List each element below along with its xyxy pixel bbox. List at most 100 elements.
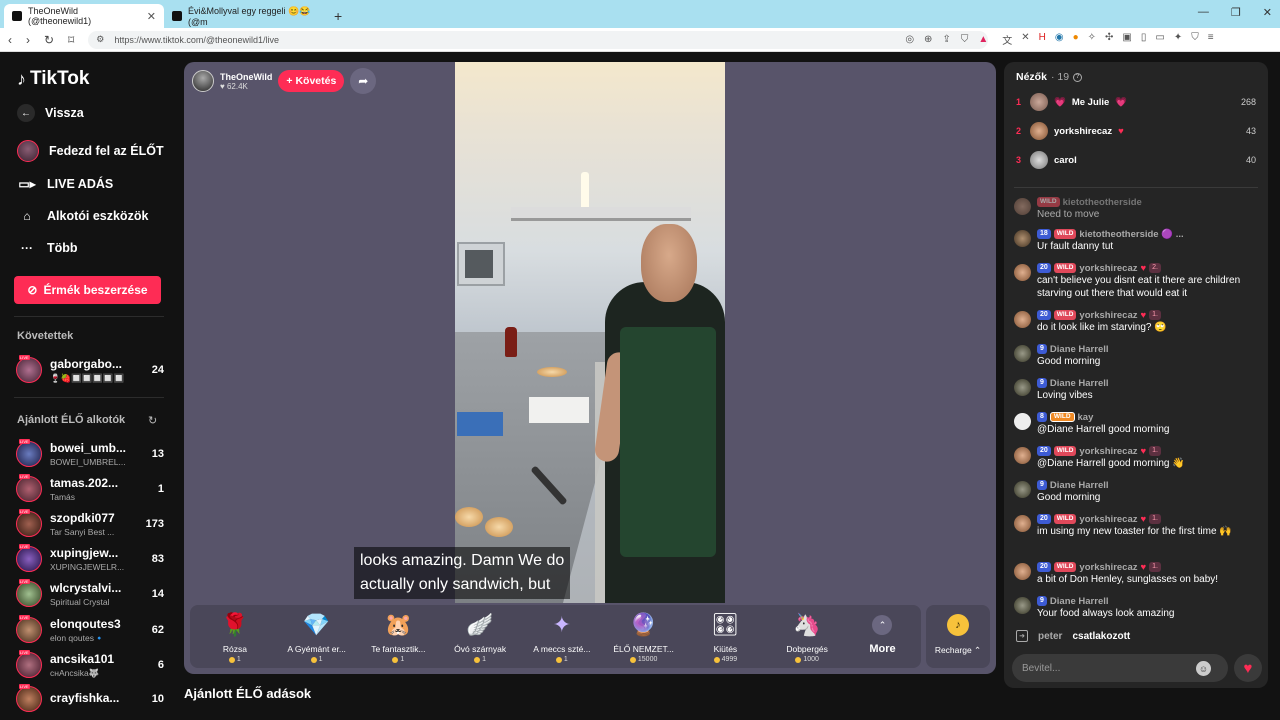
help-icon[interactable]: ? bbox=[1073, 72, 1083, 82]
gift-item[interactable]: ✦ A meccs szté... 1 bbox=[521, 605, 603, 668]
gift-item[interactable]: 💎 A Gyémánt er... 1 bbox=[276, 605, 358, 668]
ai-icon[interactable]: ✦ bbox=[1174, 32, 1182, 47]
live-video[interactable] bbox=[455, 62, 725, 603]
chat-message: 18 WILD kietotheotherside 🟣 ... Ur fault d… bbox=[1014, 228, 1262, 254]
recommended-creator-item[interactable]: LIVE bowei_umb... BOWEI_UMBREL... 13 bbox=[16, 439, 164, 469]
top-viewer-item[interactable]: 3 carol 40 bbox=[1016, 150, 1256, 170]
close-tab-icon[interactable]: ✕ bbox=[147, 10, 156, 23]
following-creator-item[interactable]: LIVE gaborgabo... 🍷🍓🔲🔲🔲🔲🔲 24 bbox=[16, 355, 164, 385]
viewers-header[interactable]: Nézők · 19 ? bbox=[1016, 71, 1083, 83]
url-field[interactable]: ⚙ https://www.tiktok.com/@theonewild1/li… bbox=[88, 30, 989, 49]
nav-creator-tools[interactable]: ⌂ Alkotói eszközök bbox=[17, 206, 148, 226]
avatar[interactable] bbox=[1014, 198, 1031, 215]
recommended-creator-item[interactable]: LIVE crayfishka... 10 bbox=[16, 684, 164, 714]
avatar[interactable] bbox=[1014, 515, 1031, 532]
avatar[interactable] bbox=[1014, 481, 1031, 498]
recommended-creator-item[interactable]: LIVE elonqoutes3 elon qoutes🔹 62 bbox=[16, 615, 164, 645]
recommended-creators-title: Ajánlott ÉLŐ alkotók bbox=[17, 414, 126, 426]
sidebar-toggle-icon[interactable]: ▯ bbox=[1141, 32, 1147, 47]
avatar[interactable] bbox=[1014, 447, 1031, 464]
new-tab-icon[interactable]: + bbox=[324, 8, 352, 28]
zoom-icon[interactable]: ⊕ bbox=[924, 34, 932, 45]
more-gifts-button[interactable]: ⌃ More bbox=[848, 605, 917, 668]
coin-icon bbox=[555, 656, 562, 663]
extension-icon[interactable]: ✧ bbox=[1088, 32, 1096, 47]
avatar[interactable] bbox=[1014, 563, 1031, 580]
nav-go-live[interactable]: ▭▸ LIVE ADÁS bbox=[17, 174, 113, 194]
gift-item[interactable]: 🔮 ÉLŐ NEMZET... 15000 bbox=[603, 605, 685, 668]
vpn-icon[interactable]: ⛉ bbox=[1191, 32, 1199, 47]
coin-icon: ⊘ bbox=[27, 283, 38, 297]
cast-icon[interactable]: ◎ bbox=[905, 34, 914, 45]
tiktok-logo[interactable]: ♪ TikTok bbox=[17, 68, 89, 90]
like-heart-icon[interactable]: ♥ bbox=[1234, 654, 1262, 682]
avatar[interactable] bbox=[1014, 379, 1031, 396]
nav-more[interactable]: ··· Több bbox=[17, 238, 78, 258]
gift-item[interactable]: 🌹 Rózsa 1 bbox=[194, 605, 276, 668]
avatar[interactable] bbox=[1014, 597, 1031, 614]
back-link[interactable]: ← Vissza bbox=[17, 104, 84, 122]
join-icon: ➜ bbox=[1016, 630, 1028, 642]
heart-icon: ♥ bbox=[1140, 309, 1147, 321]
wallet-icon[interactable]: ▭ bbox=[1155, 32, 1164, 47]
emoji-icon[interactable]: ☺ bbox=[1196, 661, 1211, 676]
share-icon[interactable]: ➦ bbox=[350, 68, 377, 94]
recommended-creator-item[interactable]: LIVE tamas.202... Tamás 1 bbox=[16, 474, 164, 504]
more-dots-icon: ··· bbox=[21, 241, 33, 255]
top-viewer-item[interactable]: 1 💗 Me Julie 💗 268 bbox=[1016, 92, 1256, 112]
recommended-creator-item[interactable]: LIVE xupingjew... XUPINGJEWELR... 83 bbox=[16, 544, 164, 574]
host-name[interactable]: TheOneWild bbox=[220, 72, 272, 82]
chat-panel: Nézők · 19 ? 1 💗 Me Julie 💗 268 2 yorksh… bbox=[1004, 62, 1268, 688]
avatar[interactable] bbox=[1014, 311, 1031, 328]
restore-icon[interactable]: ❐ bbox=[1231, 6, 1241, 19]
home-tools-icon: ⌂ bbox=[23, 209, 31, 223]
forward-nav-icon[interactable]: › bbox=[26, 33, 30, 47]
recommended-creator-item[interactable]: LIVE szopdki077 Tar Sanyi Best ... 173 bbox=[16, 509, 164, 539]
reload-icon[interactable]: ↻ bbox=[44, 33, 54, 47]
recommended-creator-item[interactable]: LIVE wlcrystalvi... Spiritual Crystal 14 bbox=[16, 579, 164, 609]
extension-icon[interactable]: ● bbox=[1073, 32, 1079, 47]
shield-icon[interactable]: ⛉ bbox=[961, 34, 969, 45]
heart-icon: ♥ bbox=[1140, 445, 1147, 457]
heart-icon: 💗 bbox=[1115, 96, 1128, 108]
get-coins-button[interactable]: ⊘ Érmék beszerzése bbox=[14, 276, 161, 304]
recommended-creator-item[interactable]: LIVE ancsika101 ᴄʜAncsika🐺 6 bbox=[16, 650, 164, 680]
address-bar: ‹ › ↻ ⌑ ⚙ https://www.tiktok.com/@theone… bbox=[0, 28, 1280, 52]
gift-item[interactable]: 🐹 Te fantasztik... 1 bbox=[358, 605, 440, 668]
avatar[interactable] bbox=[1014, 413, 1031, 430]
back-nav-icon[interactable]: ‹ bbox=[8, 33, 12, 47]
sidebar-divider bbox=[14, 316, 164, 317]
recharge-button[interactable]: ♪ Recharge ⌃ bbox=[926, 605, 990, 668]
menu-icon[interactable]: ≡ bbox=[1208, 32, 1214, 47]
refresh-icon[interactable]: ↻ bbox=[148, 414, 157, 427]
chat-message: 20 WILD yorkshirecaz ♥ 1. do it look like im… bbox=[1014, 309, 1262, 335]
gift-item[interactable]: 🎛 Kiütés 4999 bbox=[685, 605, 767, 668]
minimize-icon[interactable]: — bbox=[1198, 6, 1209, 19]
nav-explore-live[interactable]: Fedezd fel az ÉLŐT bbox=[17, 140, 164, 162]
bookmark-icon[interactable]: ⌑ bbox=[68, 33, 74, 47]
avatar[interactable] bbox=[1014, 230, 1031, 247]
gift-item[interactable]: 🦄 Dobpergés 1000 bbox=[766, 605, 848, 668]
extension-icon[interactable]: H bbox=[1039, 32, 1046, 47]
top-viewer-item[interactable]: 2 yorkshirecaz ♥ 43 bbox=[1016, 121, 1256, 141]
live-stream-player[interactable]: TheOneWild ♥ 62.4K + Követés ➦ looks ama… bbox=[184, 62, 996, 674]
coin-icon bbox=[474, 656, 481, 663]
site-settings-icon[interactable]: ⚙ bbox=[96, 34, 104, 45]
share-page-icon[interactable]: ⇪ bbox=[942, 34, 950, 45]
translate-icon[interactable]: 文 bbox=[1002, 32, 1012, 47]
avatar[interactable] bbox=[192, 70, 214, 92]
avatar[interactable] bbox=[1014, 345, 1031, 362]
chat-message: 9 Diane Harrell Good morning bbox=[1014, 343, 1262, 369]
window-close-icon[interactable]: ✕ bbox=[1263, 6, 1272, 19]
browser-tab[interactable]: Évi&Mollyval egy reggeli 😊😂 (@m bbox=[164, 4, 324, 28]
extension-icon[interactable]: ✕ bbox=[1021, 32, 1029, 47]
extensions-puzzle-icon[interactable]: ✣ bbox=[1105, 32, 1113, 47]
extension-icon[interactable]: ◉ bbox=[1055, 32, 1064, 47]
avatar[interactable] bbox=[1014, 264, 1031, 281]
rewards-icon[interactable]: ▲ bbox=[978, 34, 988, 45]
browser-tab-active[interactable]: TheOneWild (@theonewild1) ✕ bbox=[4, 4, 164, 28]
gift-item[interactable]: 🪽 Óvó szárnyak 1 bbox=[439, 605, 521, 668]
follow-button[interactable]: + Követés bbox=[278, 70, 345, 92]
avatar: LIVE bbox=[16, 509, 42, 537]
extension-icon[interactable]: ▣ bbox=[1122, 32, 1131, 47]
